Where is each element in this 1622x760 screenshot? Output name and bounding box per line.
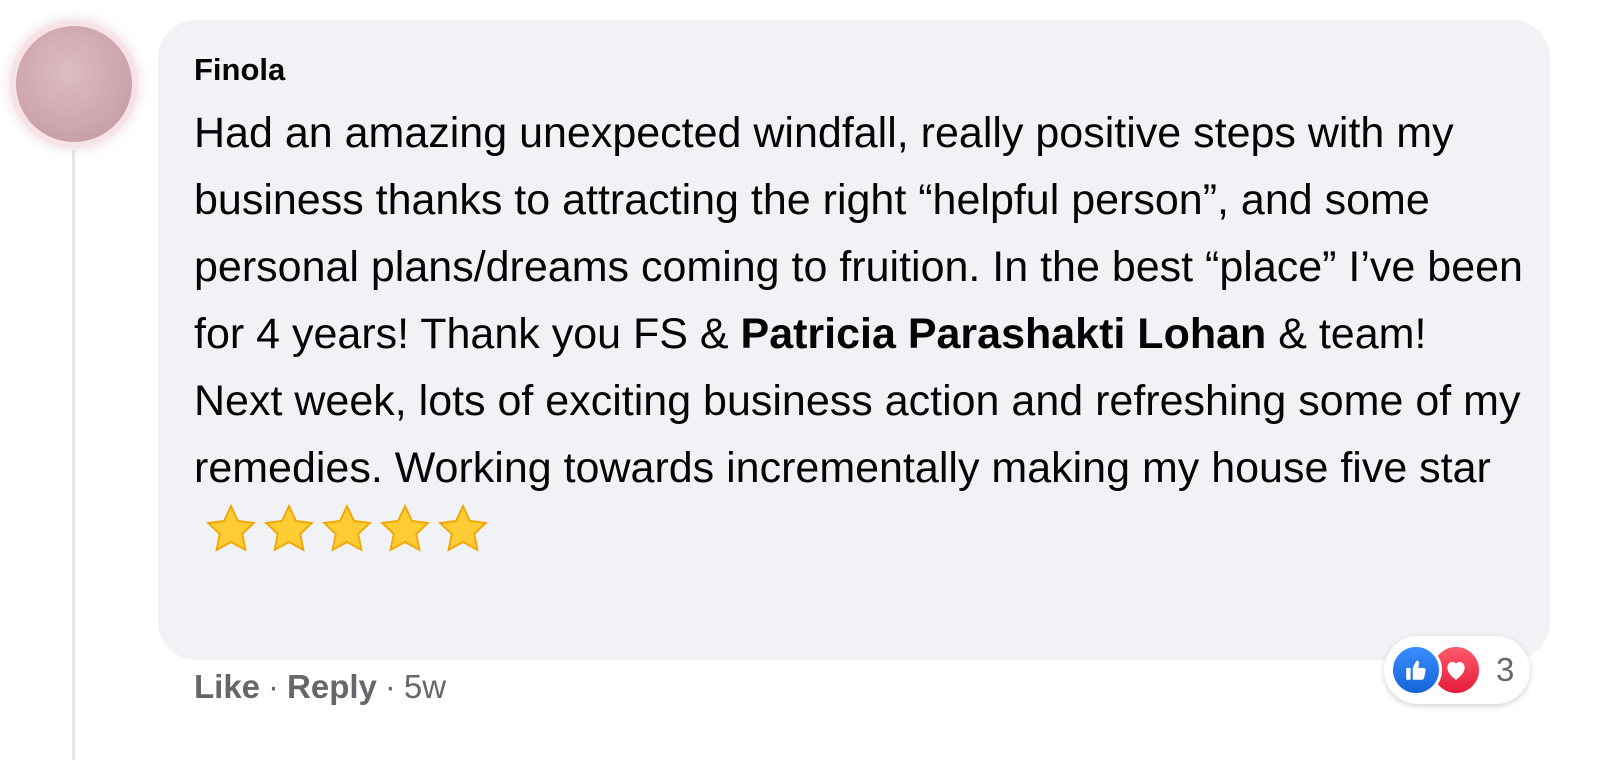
separator: · (268, 668, 280, 705)
star-icon (206, 503, 256, 552)
mention-link[interactable]: Patricia Parashakti Lohan (741, 310, 1267, 358)
reply-button[interactable]: Reply (287, 668, 377, 705)
separator: · (384, 668, 396, 705)
star-icon (438, 503, 488, 552)
star-icon (380, 503, 430, 552)
like-button[interactable]: Like (194, 668, 260, 705)
comment-actions: Like · Reply · 5w (194, 668, 446, 706)
reactions-summary[interactable]: 3 (1384, 636, 1531, 704)
previous-comment-remnant: ▬ ▬▬▬ ▬▬ (330, 0, 640, 4)
avatar[interactable] (16, 26, 132, 142)
star-emoji-group (204, 502, 494, 576)
reaction-count: 3 (1496, 651, 1515, 688)
reply-thread-line (72, 150, 75, 760)
timestamp-link[interactable]: 5w (404, 668, 446, 705)
like-icon (1390, 644, 1442, 696)
star-icon (264, 503, 314, 552)
star-icon (322, 503, 372, 552)
comment-author[interactable]: Finola (194, 52, 285, 88)
comment-text: Had an amazing unexpected windfall, real… (194, 100, 1524, 576)
